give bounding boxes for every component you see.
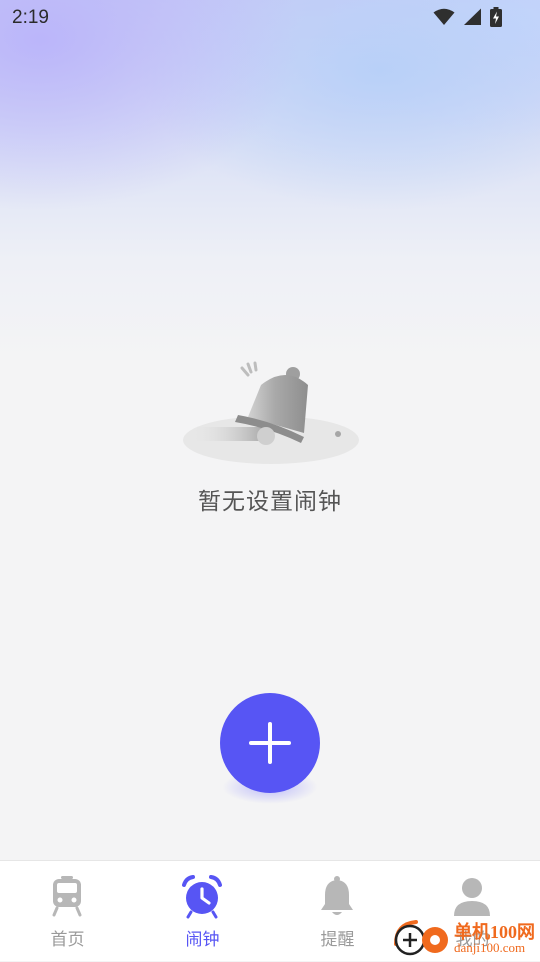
empty-state-message: 暂无设置闹钟 <box>198 489 342 515</box>
tab-reminder[interactable]: 提醒 <box>270 861 405 961</box>
train-icon <box>47 875 87 919</box>
add-alarm-button[interactable] <box>220 693 320 793</box>
empty-bell-illustration <box>182 355 362 470</box>
tab-alarm[interactable]: 闹钟 <box>135 861 270 961</box>
user-icon <box>452 875 492 919</box>
tab-reminder-label: 提醒 <box>320 930 355 950</box>
alarm-clock-icon <box>182 875 222 919</box>
watermark: 单机100网 danji100.com <box>388 914 538 958</box>
status-icons <box>433 7 502 31</box>
watermark-domain: danji100.com <box>454 940 526 955</box>
tab-alarm-label: 闹钟 <box>185 930 220 950</box>
status-bar: 2:19 <box>0 0 540 36</box>
watermark-logo-icon <box>390 918 450 958</box>
status-time: 2:19 <box>12 7 49 28</box>
tab-home[interactable]: 首页 <box>0 861 135 961</box>
bell-icon <box>317 875 357 919</box>
battery-charging-icon <box>490 7 502 31</box>
plus-icon <box>249 722 291 764</box>
wifi-icon <box>433 8 455 30</box>
tab-home-label: 首页 <box>50 930 85 950</box>
cellular-signal-icon <box>463 8 482 30</box>
